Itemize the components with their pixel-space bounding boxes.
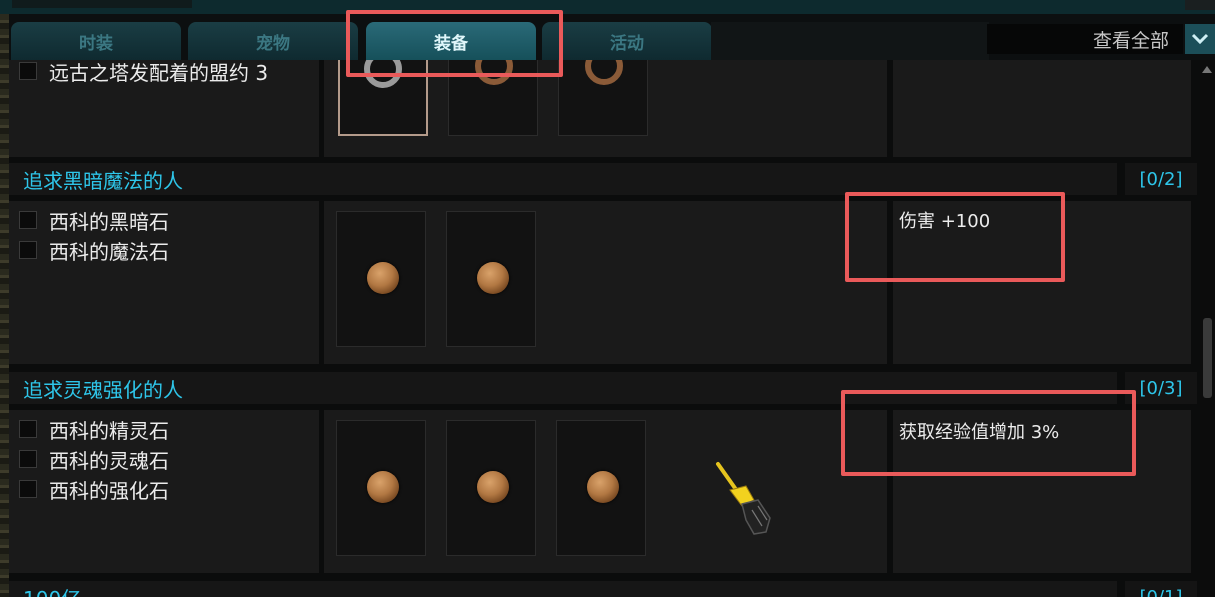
top-strip-corner [1185,0,1215,10]
item-slot[interactable] [448,60,538,136]
tab-bar: 时装 宠物 装备 活动 查看全部 [9,14,1215,60]
item-checkbox[interactable] [19,62,37,80]
item-slot[interactable] [446,211,536,347]
effect-panel: 伤害 +100 [893,201,1191,364]
tab-bar-filler [711,22,989,60]
tab-fashion[interactable]: 时装 [11,22,181,60]
list-item[interactable]: 西科的黑暗石 [19,207,169,234]
collection-row: 西科的黑暗石 西科的魔法石 伤害 +100 [9,201,1197,364]
item-slot[interactable] [558,60,648,136]
effect-text: 获取经验值增加 3% [899,422,1060,443]
item-label: 西科的精灵石 [49,418,169,443]
vertical-scrollbar[interactable] [1200,60,1215,597]
item-slot[interactable] [338,60,428,136]
ring-icon [475,60,513,85]
list-item[interactable]: 西科的魔法石 [19,237,169,264]
item-label: 西科的黑暗石 [49,209,169,234]
item-label: 西科的灵魂石 [49,448,169,473]
item-slot[interactable] [336,420,426,556]
ring-icon [585,60,623,85]
section-title: 追求黑暗魔法的人 [23,169,183,193]
section-count: [0/1] [1125,581,1197,597]
section-count: [0/2] [1125,163,1197,195]
item-checkbox[interactable] [19,241,37,259]
scroll-up-arrow-icon[interactable] [1202,66,1212,73]
view-all-label: 查看全部 [1092,29,1169,52]
item-icons-panel [324,60,887,157]
list-item[interactable]: 西科的灵魂石 [19,446,169,473]
ring-icon [364,60,402,88]
dropdown-arrow-button[interactable] [1185,24,1215,54]
item-slot[interactable] [446,420,536,556]
top-strip-title-area [12,0,192,8]
stone-icon [477,262,509,294]
collection-row: 远古之塔发配着的盟约 3 [9,60,1197,157]
item-checkbox[interactable] [19,450,37,468]
scrollbar-thumb[interactable] [1203,318,1212,398]
pointer-cursor-icon [716,462,771,535]
collection-row: 西科的精灵石 西科的灵魂石 西科的强化石 获取经验值增加 3% [9,410,1197,573]
item-names-panel: 远古之塔发配着的盟约 3 [9,60,319,157]
chevron-down-icon [1191,33,1209,45]
section-count: [0/3] [1125,372,1197,404]
section-header: 100亿 [0/1] [9,581,1197,597]
item-checkbox[interactable] [19,420,37,438]
top-strip [0,0,1215,14]
item-label: 远古之塔发配着的盟约 3 [49,60,269,85]
item-label: 西科的魔法石 [49,239,169,264]
effect-panel: 获取经验值增加 3% [893,410,1191,573]
item-checkbox[interactable] [19,480,37,498]
item-slot[interactable] [556,420,646,556]
stone-icon [367,471,399,503]
list-item[interactable]: 远古之塔发配着的盟约 3 [19,60,269,85]
collection-list: 远古之塔发配着的盟约 3 追求黑暗魔法的人 [0/2] 西科的黑暗石 西科的魔法… [9,60,1197,597]
list-item[interactable]: 西科的精灵石 [19,416,169,443]
item-icons-panel [324,201,887,364]
view-all-dropdown[interactable]: 查看全部 [987,24,1183,54]
section-title: 100亿 [23,583,81,597]
effect-text: 伤害 +100 [899,211,991,232]
section-header-bar [9,581,1117,597]
tab-equipment[interactable]: 装备 [366,22,536,60]
stone-icon [587,471,619,503]
left-frame-edge [0,14,9,597]
item-checkbox[interactable] [19,211,37,229]
tab-pet[interactable]: 宠物 [188,22,358,60]
section-header: 追求灵魂强化的人 [0/3] [9,372,1197,404]
section-title: 追求灵魂强化的人 [23,378,183,402]
list-item[interactable]: 西科的强化石 [19,476,169,503]
item-slot[interactable] [336,211,426,347]
stone-icon [367,262,399,294]
section-header: 追求黑暗魔法的人 [0/2] [9,163,1197,195]
effect-panel [893,60,1191,157]
stone-icon [477,471,509,503]
tab-event[interactable]: 活动 [542,22,712,60]
item-names-panel: 西科的精灵石 西科的灵魂石 西科的强化石 [9,410,319,573]
item-icons-panel [324,410,887,573]
item-label: 西科的强化石 [49,478,169,503]
item-names-panel: 西科的黑暗石 西科的魔法石 [9,201,319,364]
